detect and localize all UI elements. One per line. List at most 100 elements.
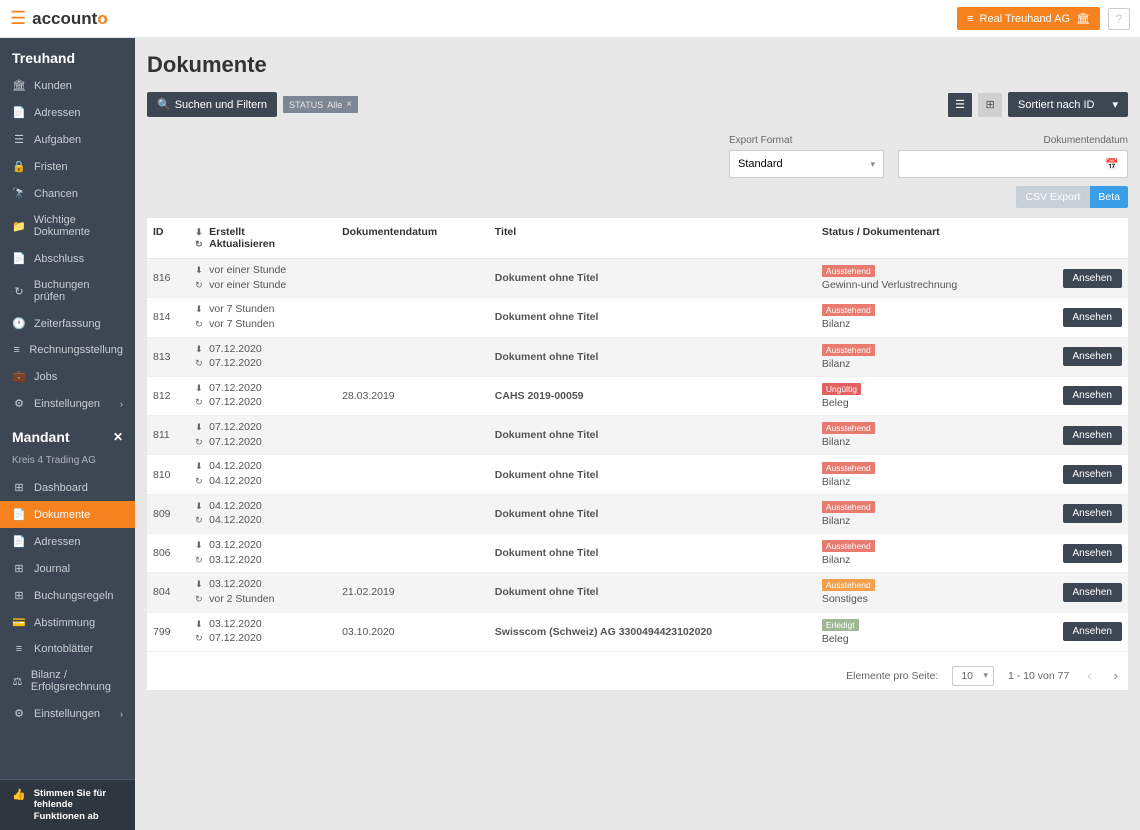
export-format-select[interactable]: Standard ▾ (729, 150, 884, 178)
cell-title: Dokument ohne Titel (489, 259, 816, 298)
sidebar-feedback-button[interactable]: 👍 Stimmen Sie für fehlende Funktionen ab (0, 779, 135, 830)
sidebar-item-fristen[interactable]: 🔒Fristen (0, 153, 135, 180)
view-grid-button[interactable]: ⊞ (978, 93, 1002, 117)
prev-page-button[interactable]: ‹ (1083, 668, 1095, 683)
doc-type: Bilanz (822, 436, 851, 448)
sidebar-item-abstimmung[interactable]: 💳Abstimmung (0, 609, 135, 636)
cell-title: CAHS 2019-00059 (489, 376, 816, 415)
sidebar-item-dashboard[interactable]: ⊞Dashboard (0, 474, 135, 501)
download-icon: ⬇ (195, 501, 205, 513)
search-filter-button[interactable]: 🔍 Suchen und Filtern (147, 92, 277, 117)
refresh-icon: ↻ (195, 397, 205, 409)
export-filters: Export Format Standard ▾ Dokumentendatum… (147, 135, 1128, 178)
per-page-select[interactable]: 10 (952, 666, 994, 686)
cell-docdate (336, 259, 489, 298)
table-row: 812⬇07.12.2020↻07.12.202028.03.2019CAHS … (147, 376, 1128, 415)
download-icon: ⬇ (195, 304, 205, 316)
refresh-icon: ↻ (195, 319, 205, 331)
sidebar-item-label: Rechnungsstellung (29, 344, 123, 356)
sidebar-item-adressen[interactable]: 📄Adressen (0, 99, 135, 126)
view-button[interactable]: Ansehen (1063, 622, 1122, 641)
next-page-button[interactable]: › (1110, 668, 1122, 683)
download-icon: ⬇ (195, 344, 205, 356)
sidebar-item-label: Wichtige Dokumente (34, 214, 123, 238)
sidebar-item-kunden[interactable]: 🏛 Kunden (0, 72, 135, 99)
help-icon[interactable]: ? (1108, 8, 1130, 30)
sidebar-item-abschluss[interactable]: 📄Abschluss (0, 245, 135, 272)
sidebar-item-wichtige-dokumente[interactable]: 📁 Wichtige Dokumente (0, 207, 135, 245)
toolbar: 🔍 Suchen und Filtern STATUS Alle × ☰ ⊞ S… (147, 92, 1128, 117)
sidebar-item-icon: 🔒 (12, 160, 26, 173)
cell-created: ⬇07.12.2020↻07.12.2020 (189, 416, 336, 455)
mandant-name: Kreis 4 Trading AG (0, 451, 135, 474)
sort-button[interactable]: Sortiert nach ID ▾ (1008, 92, 1128, 117)
doc-date-input[interactable]: 📅 (898, 150, 1128, 178)
view-button[interactable]: Ansehen (1063, 347, 1122, 366)
cell-title: Dokument ohne Titel (489, 416, 816, 455)
view-button[interactable]: Ansehen (1063, 544, 1122, 563)
sidebar-item-buchungsregeln[interactable]: ⊞Buchungsregeln (0, 582, 135, 609)
download-icon: ⬇ (195, 383, 205, 395)
view-button[interactable]: Ansehen (1063, 308, 1122, 327)
sidebar-item-label: Buchungsregeln (34, 590, 114, 602)
sidebar-item-adressen[interactable]: 📄Adressen (0, 528, 135, 555)
sidebar-item-zeiterfassung[interactable]: 🕐Zeiterfassung (0, 310, 135, 337)
sidebar-item-chancen[interactable]: 🔭Chancen (0, 180, 135, 207)
view-button[interactable]: Ansehen (1063, 504, 1122, 523)
sidebar-feedback-label: Stimmen Sie für fehlende Funktionen ab (34, 788, 123, 822)
refresh-icon: ↻ (195, 594, 205, 606)
table-row: 799⬇03.12.2020↻07.12.202003.10.2020Swiss… (147, 612, 1128, 651)
sidebar-item-buchungen-pr-fen[interactable]: ↻Buchungen prüfen (0, 272, 135, 310)
view-button[interactable]: Ansehen (1063, 386, 1122, 405)
sidebar-item-einstellungen[interactable]: ⚙Einstellungen› (0, 390, 135, 417)
cell-title: Dokument ohne Titel (489, 455, 816, 494)
sidebar-item-einstellungen[interactable]: ⚙Einstellungen› (0, 700, 135, 727)
doc-type: Bilanz (822, 515, 851, 527)
sidebar-item-jobs[interactable]: 💼Jobs (0, 363, 135, 390)
status-badge: Ungültig (822, 383, 861, 395)
sidebar-item-label: Adressen (34, 536, 80, 548)
sidebar-item-aufgaben[interactable]: ☰Aufgaben (0, 126, 135, 153)
sidebar-item-icon: 🏛 (12, 79, 26, 92)
sidebar-item-kontobl-tter[interactable]: ≡Kontoblätter (0, 636, 135, 662)
sidebar-item-rechnungsstellung[interactable]: ≡Rechnungsstellung (0, 337, 135, 363)
doc-type: Bilanz (822, 476, 851, 488)
view-button[interactable]: Ansehen (1063, 583, 1122, 602)
table-row: 814⬇vor 7 Stunden↻vor 7 StundenDokument … (147, 298, 1128, 337)
chip-key: STATUS (289, 100, 323, 110)
calendar-icon: 📅 (1105, 158, 1119, 171)
sort-button-label: Sortiert nach ID (1018, 99, 1094, 111)
sidebar-item-label: Zeiterfassung (34, 318, 101, 330)
sidebar-item-label: Dokumente (34, 509, 90, 521)
sidebar-item-label: Aufgaben (34, 134, 81, 146)
sidebar-item-label: Kunden (34, 80, 72, 92)
close-icon[interactable]: ✕ (113, 430, 123, 444)
menu-toggle-icon[interactable]: ☰ (10, 8, 26, 29)
view-button[interactable]: Ansehen (1063, 426, 1122, 445)
view-button[interactable]: Ansehen (1063, 465, 1122, 484)
search-icon: 🔍 (157, 98, 171, 111)
sidebar-item-label: Abstimmung (34, 617, 95, 629)
cell-created: ⬇03.12.2020↻07.12.2020 (189, 612, 336, 651)
chip-close-icon[interactable]: × (346, 99, 352, 110)
table-row: 816⬇vor einer Stunde↻vor einer StundeDok… (147, 259, 1128, 298)
download-icon: ⬇ (195, 461, 205, 473)
csv-export-button[interactable]: CSV Export (1016, 186, 1091, 208)
view-button[interactable]: Ansehen (1063, 269, 1122, 288)
refresh-icon: ↻ (195, 515, 205, 527)
cell-title: Dokument ohne Titel (489, 298, 816, 337)
doc-type: Beleg (822, 397, 849, 409)
sidebar-item-journal[interactable]: ⊞Journal (0, 555, 135, 582)
cell-id: 814 (147, 298, 189, 337)
sidebar-item-icon: 📁 (12, 220, 26, 233)
sidebar-item-label: Abschluss (34, 253, 84, 265)
view-list-button[interactable]: ☰ (948, 93, 972, 117)
sidebar: Treuhand 🏛Kunden📄Adressen☰Aufgaben🔒Frist… (0, 38, 135, 830)
sidebar-item-bilanz-erfolgsrechnung[interactable]: ⚖Bilanz / Erfolgsrechnung (0, 662, 135, 700)
cell-id: 816 (147, 259, 189, 298)
refresh-icon: ↻ (195, 437, 205, 449)
sidebar-item-dokumente[interactable]: 📄 Dokumente (0, 501, 135, 528)
org-button[interactable]: ≡ Real Treuhand AG 🏛 (957, 7, 1100, 30)
sidebar-item-icon: 📄 (12, 508, 26, 521)
filter-chip-status[interactable]: STATUS Alle × (283, 96, 358, 113)
